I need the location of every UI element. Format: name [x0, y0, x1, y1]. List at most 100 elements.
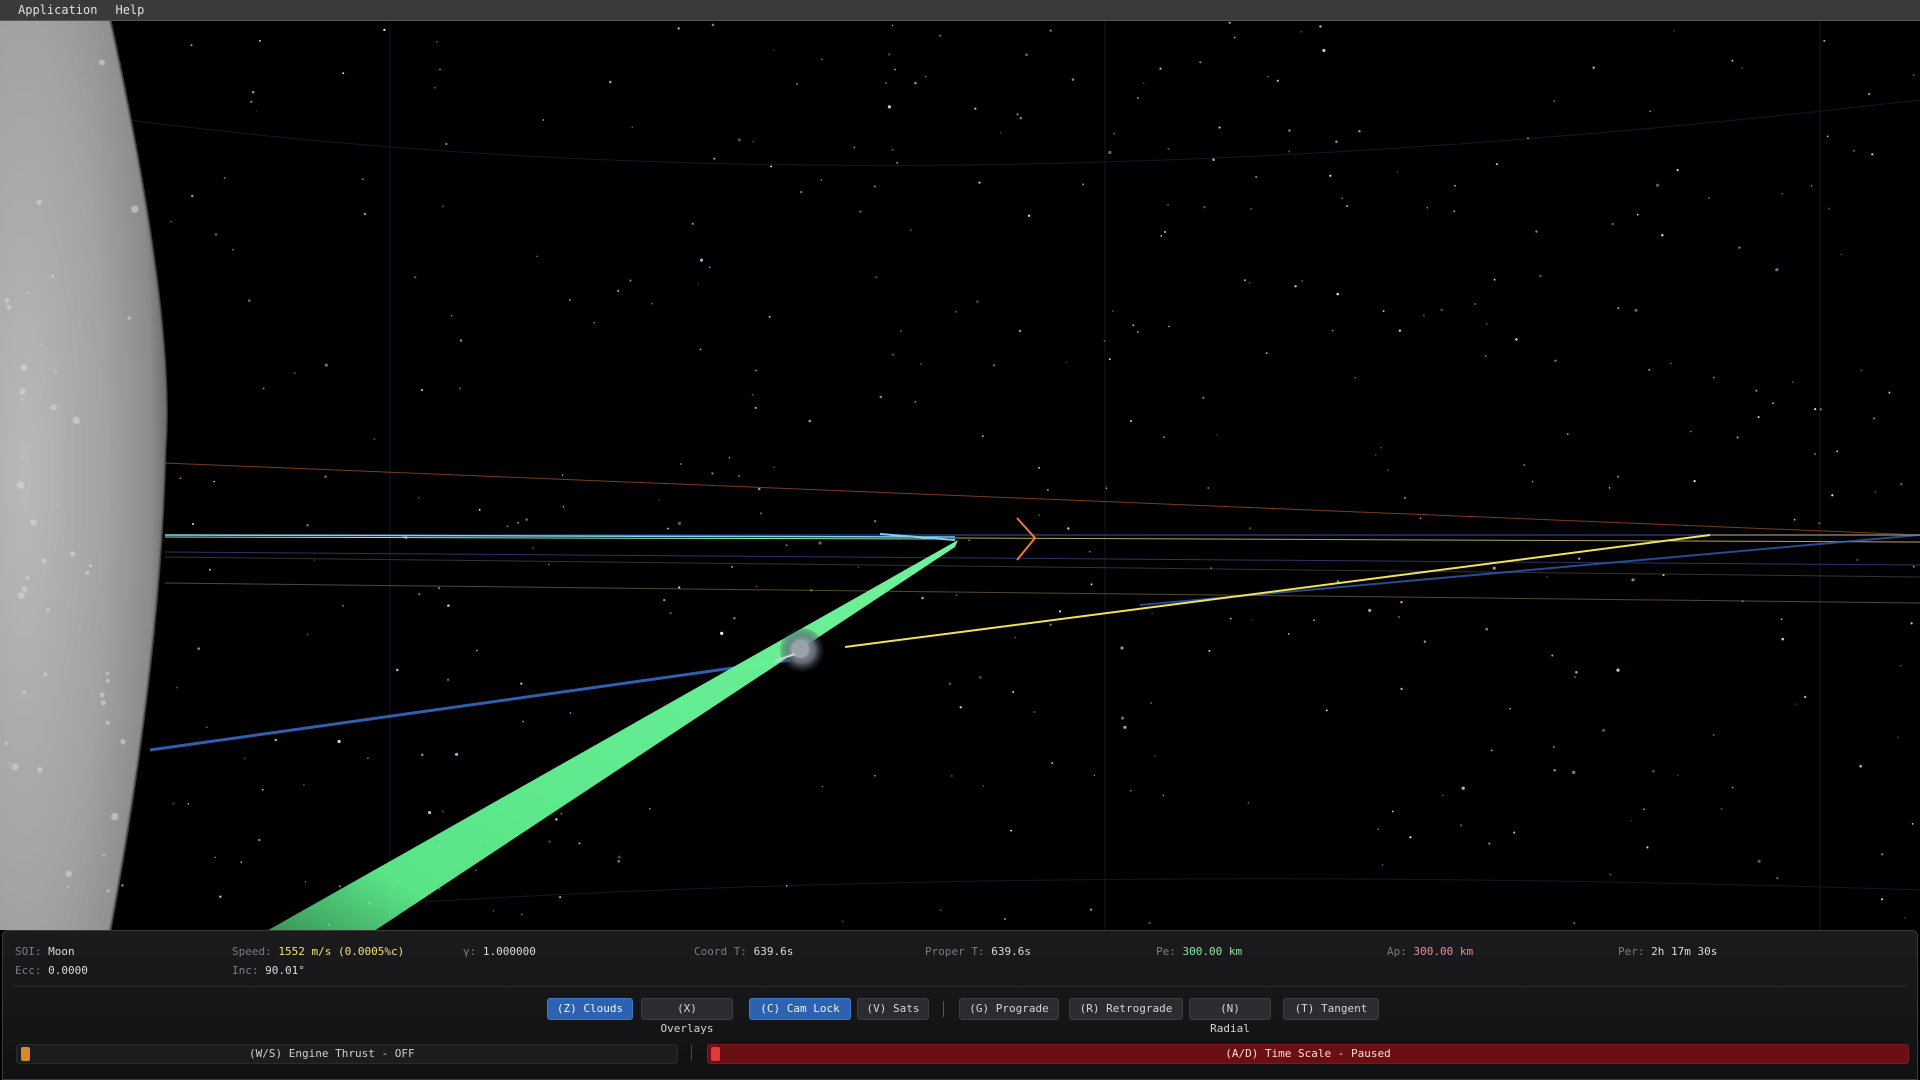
star [170, 220, 173, 223]
star [887, 105, 892, 109]
star [1652, 770, 1655, 773]
star [1247, 801, 1250, 804]
star [1531, 480, 1534, 483]
star [1243, 279, 1246, 282]
star [531, 546, 535, 549]
radial-button[interactable]: (N) Radial [1189, 998, 1271, 1035]
star [1648, 369, 1650, 371]
star [768, 315, 771, 318]
sats-toggle-button[interactable]: (V) Sats [857, 998, 929, 1020]
star [1154, 755, 1156, 757]
star [593, 321, 596, 324]
prograde-button[interactable]: (G) Prograde [959, 998, 1059, 1020]
star [1368, 608, 1372, 613]
cam-lock-toggle-button[interactable]: (C) Cam Lock [749, 998, 851, 1020]
star [560, 812, 563, 815]
space-viewport[interactable] [0, 20, 1920, 930]
star [1142, 82, 1145, 85]
crater [50, 404, 57, 411]
star [1693, 479, 1696, 483]
star [894, 68, 896, 71]
time-scale-slider[interactable]: (A/D) Time Scale - Paused [707, 1044, 1909, 1064]
star [955, 594, 958, 597]
star [884, 81, 888, 85]
star [752, 140, 755, 143]
star [1346, 205, 1349, 208]
menu-help[interactable]: Help [106, 0, 153, 20]
star [1539, 274, 1542, 278]
crater [20, 397, 24, 401]
star [1111, 310, 1114, 312]
star [699, 258, 704, 262]
thrust-slider-handle[interactable] [21, 1047, 30, 1061]
star [274, 738, 278, 742]
star [874, 520, 877, 523]
crater [121, 884, 124, 887]
star [445, 142, 448, 146]
star [1592, 66, 1595, 69]
star [520, 682, 523, 685]
retrograde-button[interactable]: (R) Retrograde [1069, 998, 1183, 1020]
star [1202, 396, 1205, 400]
star [1336, 292, 1339, 296]
star [773, 466, 775, 468]
star [1403, 496, 1407, 500]
star [338, 885, 341, 888]
star [1322, 48, 1326, 53]
star [1900, 665, 1902, 667]
star [1741, 67, 1743, 69]
star [1810, 184, 1813, 187]
clouds-toggle-button[interactable]: (Z) Clouds [547, 998, 633, 1020]
star [476, 649, 478, 652]
star [191, 194, 194, 198]
star [1874, 490, 1877, 493]
star [1903, 916, 1906, 919]
star [536, 255, 538, 258]
star [795, 83, 799, 86]
star [1301, 279, 1304, 283]
star [1793, 518, 1796, 521]
star [1486, 323, 1488, 325]
tangent-button[interactable]: (T) Tangent [1283, 998, 1379, 1020]
crater [100, 700, 106, 706]
crater [105, 671, 109, 676]
star [542, 119, 544, 121]
star [1046, 489, 1049, 491]
star [1461, 786, 1465, 790]
overlays-toggle-button[interactable]: (X) Overlays [641, 998, 733, 1035]
star [1067, 527, 1070, 530]
star [1108, 150, 1112, 155]
star [1526, 137, 1530, 140]
star [758, 487, 761, 491]
star [909, 229, 912, 232]
star [1151, 612, 1153, 614]
star [1867, 92, 1871, 96]
star [1215, 433, 1218, 436]
star [680, 463, 682, 465]
star [1602, 728, 1606, 732]
star [1089, 908, 1093, 911]
star [731, 566, 734, 568]
engine-thrust-slider[interactable]: (W/S) Engine Thrust - OFF [16, 1044, 678, 1064]
menu-bar: Application Help [0, 0, 1920, 21]
star [1574, 676, 1577, 678]
apoapsis-readout: Ap: 300.00 km [1387, 945, 1473, 958]
star [1616, 668, 1620, 672]
star [261, 788, 264, 791]
star [1148, 921, 1151, 925]
star [874, 774, 876, 777]
star [1391, 810, 1394, 813]
star [755, 369, 758, 372]
star [1775, 268, 1779, 272]
star [240, 861, 242, 864]
star [1419, 517, 1422, 520]
star [251, 90, 255, 94]
star [548, 840, 551, 843]
star [1440, 308, 1443, 312]
star [841, 920, 844, 923]
menu-application[interactable]: Application [0, 0, 106, 20]
star [569, 299, 571, 301]
star [1129, 419, 1133, 423]
crater [111, 812, 119, 821]
star [441, 810, 444, 813]
